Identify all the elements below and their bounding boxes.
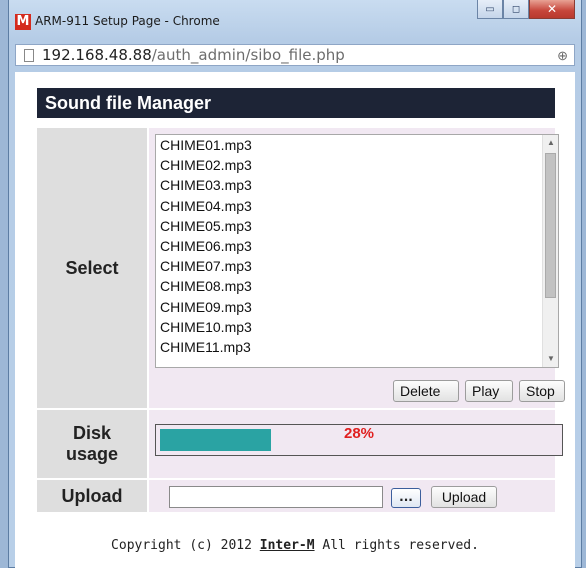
window-controls: ▭ ◻ ✕ xyxy=(477,0,575,20)
minimize-icon: ▭ xyxy=(485,3,495,15)
page-icon xyxy=(24,48,34,62)
browser-window: M ARM-911 Setup Page - Chrome ▭ ◻ ✕ 192.… xyxy=(8,0,582,568)
play-button[interactable]: Play xyxy=(465,380,513,402)
disk-label-line2: usage xyxy=(65,444,119,464)
list-item[interactable]: CHIME02.mp3 xyxy=(156,155,558,175)
address-bar[interactable]: 192.168.48.88/auth_admin/sibo_file.php ⊕ xyxy=(15,44,575,66)
brand-link[interactable]: Inter-M xyxy=(260,538,315,553)
close-button[interactable]: ✕ xyxy=(529,0,575,19)
scroll-thumb[interactable] xyxy=(545,153,556,298)
sound-file-listbox[interactable]: CHIME01.mp3 CHIME02.mp3 CHIME03.mp3 CHIME04… xyxy=(155,134,559,368)
select-label: Select xyxy=(37,128,147,408)
listbox-scrollbar[interactable]: ▲ ▼ xyxy=(542,135,558,367)
list-item[interactable]: CHIME04.mp3 xyxy=(156,196,558,216)
app-logo-icon: M xyxy=(15,14,31,30)
minimize-button[interactable]: ▭ xyxy=(477,0,503,19)
page-content: Sound file Manager Select CHIME01.mp3 CHI… xyxy=(15,72,575,568)
upload-cell: ... Upload xyxy=(149,480,555,512)
title-bar[interactable]: M ARM-911 Setup Page - Chrome ▭ ◻ ✕ xyxy=(9,0,581,42)
select-cell: CHIME01.mp3 CHIME02.mp3 CHIME03.mp3 CHIME04… xyxy=(149,128,565,408)
close-icon: ✕ xyxy=(546,2,558,16)
scroll-up-icon[interactable]: ▲ xyxy=(543,135,558,151)
window-title: ARM-911 Setup Page - Chrome xyxy=(35,14,220,28)
footer-suffix: All rights reserved. xyxy=(314,538,479,553)
url-text[interactable]: 192.168.48.88/auth_admin/sibo_file.php xyxy=(42,46,345,64)
page-title: Sound file Manager xyxy=(37,88,555,118)
list-item[interactable]: CHIME05.mp3 xyxy=(156,216,558,236)
disk-usage-cell: 28% xyxy=(149,410,563,478)
browse-button[interactable]: ... xyxy=(391,488,421,508)
upload-label: Upload xyxy=(37,480,147,512)
disk-label-line1: Disk xyxy=(72,423,112,443)
file-list: CHIME01.mp3 CHIME02.mp3 CHIME03.mp3 CHIME04… xyxy=(156,135,558,357)
zoom-icon[interactable]: ⊕ xyxy=(557,48,568,64)
list-item[interactable]: CHIME09.mp3 xyxy=(156,297,558,317)
url-path: /auth_admin/sibo_file.php xyxy=(151,46,345,64)
maximize-button[interactable]: ◻ xyxy=(503,0,529,19)
restore-icon: ◻ xyxy=(511,3,521,15)
upload-button[interactable]: Upload xyxy=(431,486,497,508)
list-item[interactable]: CHIME03.mp3 xyxy=(156,175,558,195)
list-item[interactable]: CHIME07.mp3 xyxy=(156,256,558,276)
list-item[interactable]: CHIME06.mp3 xyxy=(156,236,558,256)
url-host: 192.168.48.88 xyxy=(42,46,152,64)
disk-usage-label: Disk usage xyxy=(37,410,147,478)
scroll-down-icon[interactable]: ▼ xyxy=(543,351,558,367)
footer-prefix: Copyright (c) 2012 xyxy=(111,538,260,553)
list-item[interactable]: CHIME08.mp3 xyxy=(156,276,558,296)
stop-button[interactable]: Stop xyxy=(519,380,565,402)
delete-button[interactable]: Delete xyxy=(393,380,459,402)
disk-usage-percent: 28% xyxy=(343,425,375,442)
list-item[interactable]: CHIME01.mp3 xyxy=(156,135,558,155)
list-item[interactable]: CHIME10.mp3 xyxy=(156,317,558,337)
file-path-field[interactable] xyxy=(169,486,383,508)
list-item[interactable]: CHIME11.mp3 xyxy=(156,337,558,357)
disk-usage-progress: 28% xyxy=(155,424,563,456)
copyright-footer: Copyright (c) 2012 Inter-M All rights re… xyxy=(15,538,575,553)
